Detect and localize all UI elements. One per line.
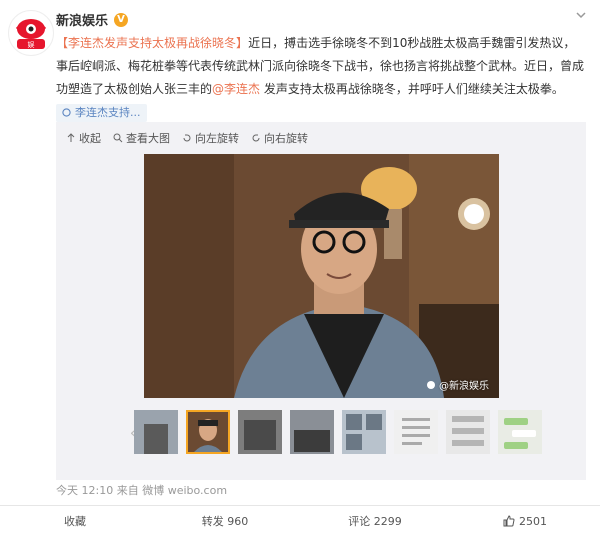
- mention-link[interactable]: @李连杰: [212, 82, 260, 96]
- weibo-icon: [427, 380, 435, 389]
- view-large-label[interactable]: 查看大图: [126, 130, 170, 146]
- collapse-label[interactable]: 收起: [79, 130, 101, 146]
- media-toolbar: 收起 查看大图 向左旋转 向右旋转: [66, 130, 308, 146]
- rotate-right-button[interactable]: 向右旋转: [251, 130, 308, 146]
- watermark: @新浪娱乐: [426, 377, 489, 392]
- like-button[interactable]: 2501: [450, 506, 600, 536]
- post-source[interactable]: 微博 weibo.com: [142, 484, 227, 497]
- avatar[interactable]: 娱: [8, 10, 54, 56]
- rotate-right-label[interactable]: 向右旋转: [264, 130, 308, 146]
- rotate-left-label[interactable]: 向左旋转: [195, 130, 239, 146]
- thumbnail[interactable]: [342, 410, 386, 454]
- post-meta: 今天 12:10 来自 微博 weibo.com: [56, 482, 227, 498]
- author-label[interactable]: 新浪娱乐: [56, 10, 108, 29]
- main-photo[interactable]: @新浪娱乐: [144, 154, 499, 398]
- thumbnail[interactable]: [394, 410, 438, 454]
- weibo-post: 娱 新浪娱乐 V 【李连杰发声支持太极再战徐晓冬】近日，搏击选手徐晓冬不到10秒…: [0, 0, 600, 535]
- thumbnail[interactable]: [238, 410, 282, 454]
- verified-badge-icon: V: [114, 12, 129, 27]
- topic-tag[interactable]: 李连杰支持...: [56, 101, 147, 124]
- repost-label[interactable]: 转发 960: [202, 513, 249, 529]
- repost-button[interactable]: 转发 960: [150, 506, 300, 536]
- chevron-down-icon[interactable]: [574, 8, 588, 22]
- comment-label[interactable]: 评论 2299: [348, 513, 402, 529]
- svg-text:娱: 娱: [28, 40, 35, 49]
- source-prefix: 来自: [116, 484, 139, 497]
- author-name[interactable]: 新浪娱乐 V: [56, 10, 129, 29]
- post-time[interactable]: 今天 12:10: [56, 484, 113, 497]
- thumbnail[interactable]: [290, 410, 334, 454]
- watermark-label: @新浪娱乐: [439, 381, 489, 392]
- thumbnail-active[interactable]: [186, 410, 230, 454]
- thumbs-up-icon: [503, 515, 515, 527]
- favorite-button[interactable]: 收藏: [0, 506, 150, 536]
- arrow-up-icon: [67, 133, 75, 142]
- rotate-left-icon: [183, 134, 191, 142]
- title-close: 】: [236, 36, 249, 50]
- post-text: 【李连杰发声支持太极再战徐晓冬】近日，搏击选手徐晓冬不到10秒战胜太极高手魏雷引…: [56, 32, 586, 124]
- rotate-left-button[interactable]: 向左旋转: [182, 130, 239, 146]
- thumbnail[interactable]: [134, 410, 178, 454]
- topic-link[interactable]: 李连杰发声支持太极再战: [68, 36, 200, 50]
- thumbnail[interactable]: [498, 410, 542, 454]
- comment-button[interactable]: 评论 2299: [300, 506, 450, 536]
- media-viewer: 收起 查看大图 向左旋转 向右旋转 @新浪娱乐 ‹: [56, 122, 586, 480]
- thumbnail[interactable]: [446, 410, 490, 454]
- post-body-2: 发声支持太极再战徐晓冬，并呼吁人们继续关注太极拳。: [260, 82, 564, 96]
- title-open: 【: [56, 36, 69, 50]
- like-count[interactable]: 2501: [519, 515, 547, 528]
- action-bar: 收藏 转发 960 评论 2299 2501: [0, 505, 600, 536]
- topic-name-link[interactable]: 徐晓冬: [200, 36, 236, 50]
- collapse-button[interactable]: 收起: [66, 130, 101, 146]
- search-icon: [113, 133, 123, 143]
- rotate-right-icon: [252, 134, 260, 142]
- favorite-label[interactable]: 收藏: [64, 513, 86, 529]
- topic-tag-label[interactable]: 李连杰支持...: [75, 101, 141, 124]
- link-icon: [62, 108, 71, 117]
- view-large-button[interactable]: 查看大图: [113, 130, 170, 146]
- thumbnail-strip: [134, 410, 542, 454]
